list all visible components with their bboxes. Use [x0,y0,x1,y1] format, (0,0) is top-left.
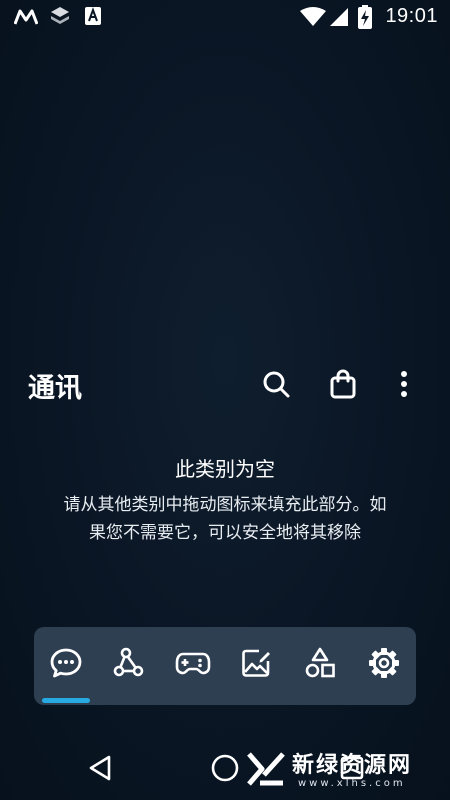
status-time: 19:01 [385,5,438,27]
m-app-icon [13,8,39,30]
stack-app-icon [49,5,71,31]
gamepad-icon [175,648,211,682]
connections-icon [112,646,146,684]
category-settings[interactable] [360,641,408,689]
watermark-title: 新绿资源网 [292,752,413,778]
more-vertical-icon [399,370,409,402]
settings-gear-icon [367,646,401,684]
chat-bubble-icon [49,646,83,684]
image-edit-icon [239,646,273,684]
home-button[interactable] [203,748,247,792]
category-tools[interactable] [296,641,344,689]
shopping-bag-icon [329,369,357,403]
search-icon [261,369,291,403]
empty-state-title: 此类别为空 [175,457,275,481]
category-games[interactable] [169,641,217,689]
empty-state-description: 请从其他类别中拖动图标来填充此部分。如果您不需要它，可以安全地将其移除 [63,495,387,543]
watermark: 新绿资源网 www.xlhs.com [246,748,442,794]
selected-category-indicator [42,698,90,703]
status-bar: 19:01 [0,0,450,34]
back-triangle-icon [87,754,113,786]
home-circle-icon [210,753,240,787]
category-photo[interactable] [232,641,280,689]
category-chat[interactable] [42,641,90,689]
category-social[interactable] [105,641,153,689]
store-button[interactable] [323,366,363,406]
signal-icon [329,7,349,31]
watermark-logo-icon [246,749,286,793]
wifi-icon [300,7,326,31]
page-title: 通讯 [28,373,82,404]
battery-charging-icon [358,5,372,33]
category-dock [34,627,416,705]
back-button[interactable] [78,748,122,792]
a-app-icon [84,6,102,30]
more-options-button[interactable] [384,366,424,406]
search-button[interactable] [256,366,296,406]
shapes-icon [303,646,337,684]
watermark-url: www.xlhs.com [298,777,406,789]
